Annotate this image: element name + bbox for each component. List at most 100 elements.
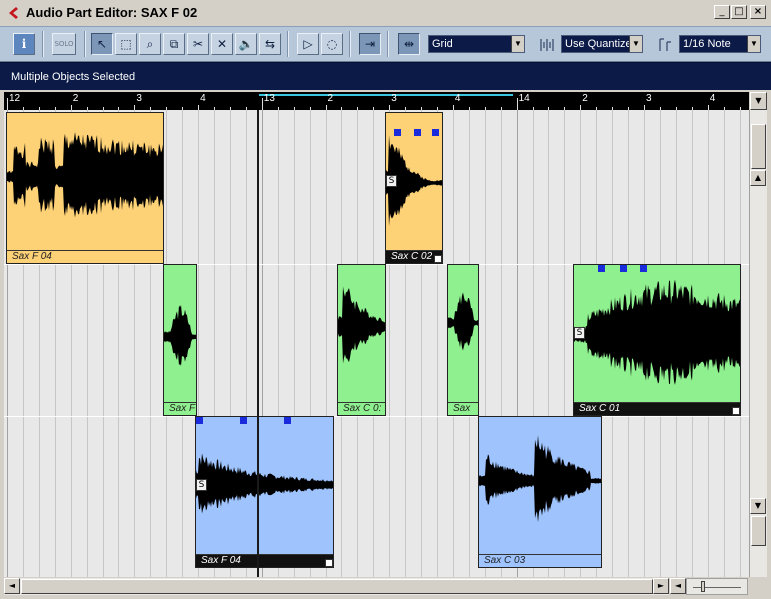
- maximize-button[interactable]: □: [731, 5, 747, 19]
- scroll-down-button[interactable]: ▼: [750, 498, 766, 514]
- waveform: [196, 453, 333, 514]
- fade-in-handle[interactable]: [598, 265, 605, 272]
- waveform-shape: [574, 279, 740, 385]
- ruler-label: 2: [582, 93, 588, 104]
- zoom-out-button[interactable]: ◄: [670, 578, 686, 594]
- erase-tool-icon[interactable]: ✕: [211, 33, 233, 55]
- info-line: Multiple Objects Selected: [0, 62, 771, 90]
- quantize-type-icon: [659, 38, 671, 51]
- autoscroll-icon[interactable]: ⇥: [359, 33, 381, 55]
- vertical-scrollbar[interactable]: ▲ ▼: [749, 110, 767, 577]
- waveform-shape: [196, 453, 333, 514]
- ruler-tick: [516, 98, 518, 110]
- snap-point-marker[interactable]: S: [386, 175, 397, 187]
- ruler-label: 2: [72, 93, 79, 104]
- snap-point-marker[interactable]: S: [196, 479, 207, 491]
- play-tool-icon[interactable]: ▷: [297, 33, 319, 55]
- event-name: Sax C 01: [574, 402, 740, 415]
- vertical-zoom-thumb[interactable]: [751, 516, 766, 546]
- volume-handle[interactable]: [620, 265, 627, 272]
- resize-handle[interactable]: [732, 407, 740, 415]
- resize-handle[interactable]: [434, 255, 442, 263]
- window-title: Audio Part Editor: SAX F 02: [26, 5, 198, 20]
- quantize-mode-value: Use Quantize: [565, 38, 632, 50]
- audio-event[interactable]: Sax F: [163, 264, 197, 416]
- event-name: Sax F 04: [7, 250, 163, 263]
- audio-event[interactable]: Sax C 0:: [337, 264, 386, 416]
- horizontal-zoom-slider[interactable]: [686, 578, 748, 595]
- scroll-up-button[interactable]: ▲: [750, 170, 766, 186]
- cycle-range[interactable]: [259, 94, 513, 99]
- audio-event[interactable]: S Sax C 02: [385, 112, 443, 264]
- waveform: [338, 286, 385, 364]
- ruler-label: 13: [263, 93, 275, 104]
- waveform-shape: [448, 292, 478, 351]
- audio-event[interactable]: S Sax F 04: [195, 416, 334, 568]
- chevron-down-icon: ▼: [629, 36, 642, 52]
- quantize-value-select[interactable]: 1/16 Note ▼: [679, 35, 761, 53]
- audio-event[interactable]: Sax F 04: [6, 112, 164, 264]
- waveform-shape: [479, 435, 601, 523]
- audio-event[interactable]: Sax C 03: [478, 416, 602, 568]
- minimize-button[interactable]: _: [714, 5, 730, 19]
- fade-out-handle[interactable]: [640, 265, 647, 272]
- quantize-mode-select[interactable]: Use Quantize ▼: [561, 35, 643, 53]
- solo-button[interactable]: SOLO: [52, 33, 76, 55]
- close-button[interactable]: ×: [750, 5, 766, 19]
- glue-tool-icon[interactable]: ⧉: [163, 33, 185, 55]
- snap-point-marker[interactable]: S: [574, 327, 585, 339]
- waveform: [479, 435, 601, 523]
- volume-handle[interactable]: [240, 417, 247, 424]
- quantize-value: 1/16 Note: [683, 38, 731, 50]
- title-bar: Audio Part Editor: SAX F 02 _ □ ×: [0, 0, 771, 26]
- event-display[interactable]: Sax F 04 S Sax C 02 Sax F Sax C 0: Sax C…: [4, 110, 749, 577]
- event-name: Sax F: [164, 402, 196, 415]
- fade-out-handle[interactable]: [284, 417, 291, 424]
- toolbar-separator: [387, 31, 389, 57]
- ruler-label: 3: [391, 93, 397, 104]
- info-line-button[interactable]: i: [13, 33, 35, 55]
- ruler-label: 3: [136, 93, 142, 104]
- snap-icon[interactable]: ⇹: [398, 33, 420, 55]
- chevron-down-icon: ▼: [747, 36, 760, 52]
- chevron-down-icon: ▼: [511, 36, 524, 52]
- volume-handle[interactable]: [414, 129, 421, 136]
- resize-handle[interactable]: [325, 559, 333, 567]
- waveform-shape: [7, 132, 163, 218]
- object-selection-tool-icon[interactable]: ↖: [91, 33, 113, 55]
- cubase-logo-icon: [9, 7, 18, 19]
- ruler-label: 12: [9, 93, 21, 104]
- event-name: Sax F 04: [196, 554, 333, 567]
- zoom-tool-icon[interactable]: ⌕: [139, 33, 161, 55]
- ruler-tick: [7, 98, 8, 110]
- ruler-tick: [261, 98, 263, 110]
- zoom-slider-knob[interactable]: [701, 581, 705, 592]
- scrub-tool-icon[interactable]: ◌: [321, 33, 343, 55]
- mute-tool-icon[interactable]: 🔈: [235, 33, 257, 55]
- ruler-label: 2: [327, 93, 334, 104]
- split-tool-icon[interactable]: ✂: [187, 33, 209, 55]
- ruler-label: 14: [518, 93, 530, 104]
- vertical-scroll-thumb[interactable]: [751, 124, 766, 169]
- waveform: [164, 304, 196, 366]
- fade-out-handle[interactable]: [432, 129, 439, 136]
- ruler-menu-button[interactable]: ▼: [750, 92, 767, 110]
- range-selection-tool-icon[interactable]: ⬚: [115, 33, 137, 55]
- ruler-label: 4: [454, 93, 461, 104]
- quantize-icon: [540, 39, 554, 51]
- event-name: Sax C 0:: [338, 402, 385, 415]
- audio-event[interactable]: Sax C: [447, 264, 479, 416]
- fade-in-handle[interactable]: [394, 129, 401, 136]
- horizontal-scrollbar[interactable]: ◄ ►: [4, 578, 669, 595]
- horizontal-scroll-thumb[interactable]: [21, 579, 653, 594]
- project-cursor[interactable]: [257, 110, 259, 577]
- toolbar-separator: [42, 31, 44, 57]
- ruler[interactable]: 12 2 3 4 13 2 3 4 14 2 3 4: [4, 92, 757, 110]
- fade-in-handle[interactable]: [196, 417, 203, 424]
- scroll-right-button[interactable]: ►: [653, 578, 669, 594]
- audio-event[interactable]: S Sax C 01: [573, 264, 741, 416]
- scroll-left-button[interactable]: ◄: [4, 578, 20, 594]
- time-warp-tool-icon[interactable]: ⇆: [259, 33, 281, 55]
- toolbar: i SOLO ↖ ⬚ ⌕ ⧉ ✂ ✕ 🔈 ⇆ ▷ ◌ ⇥ ⇹ Grid ▼ Us…: [0, 26, 771, 62]
- snap-type-select[interactable]: Grid ▼: [428, 35, 525, 53]
